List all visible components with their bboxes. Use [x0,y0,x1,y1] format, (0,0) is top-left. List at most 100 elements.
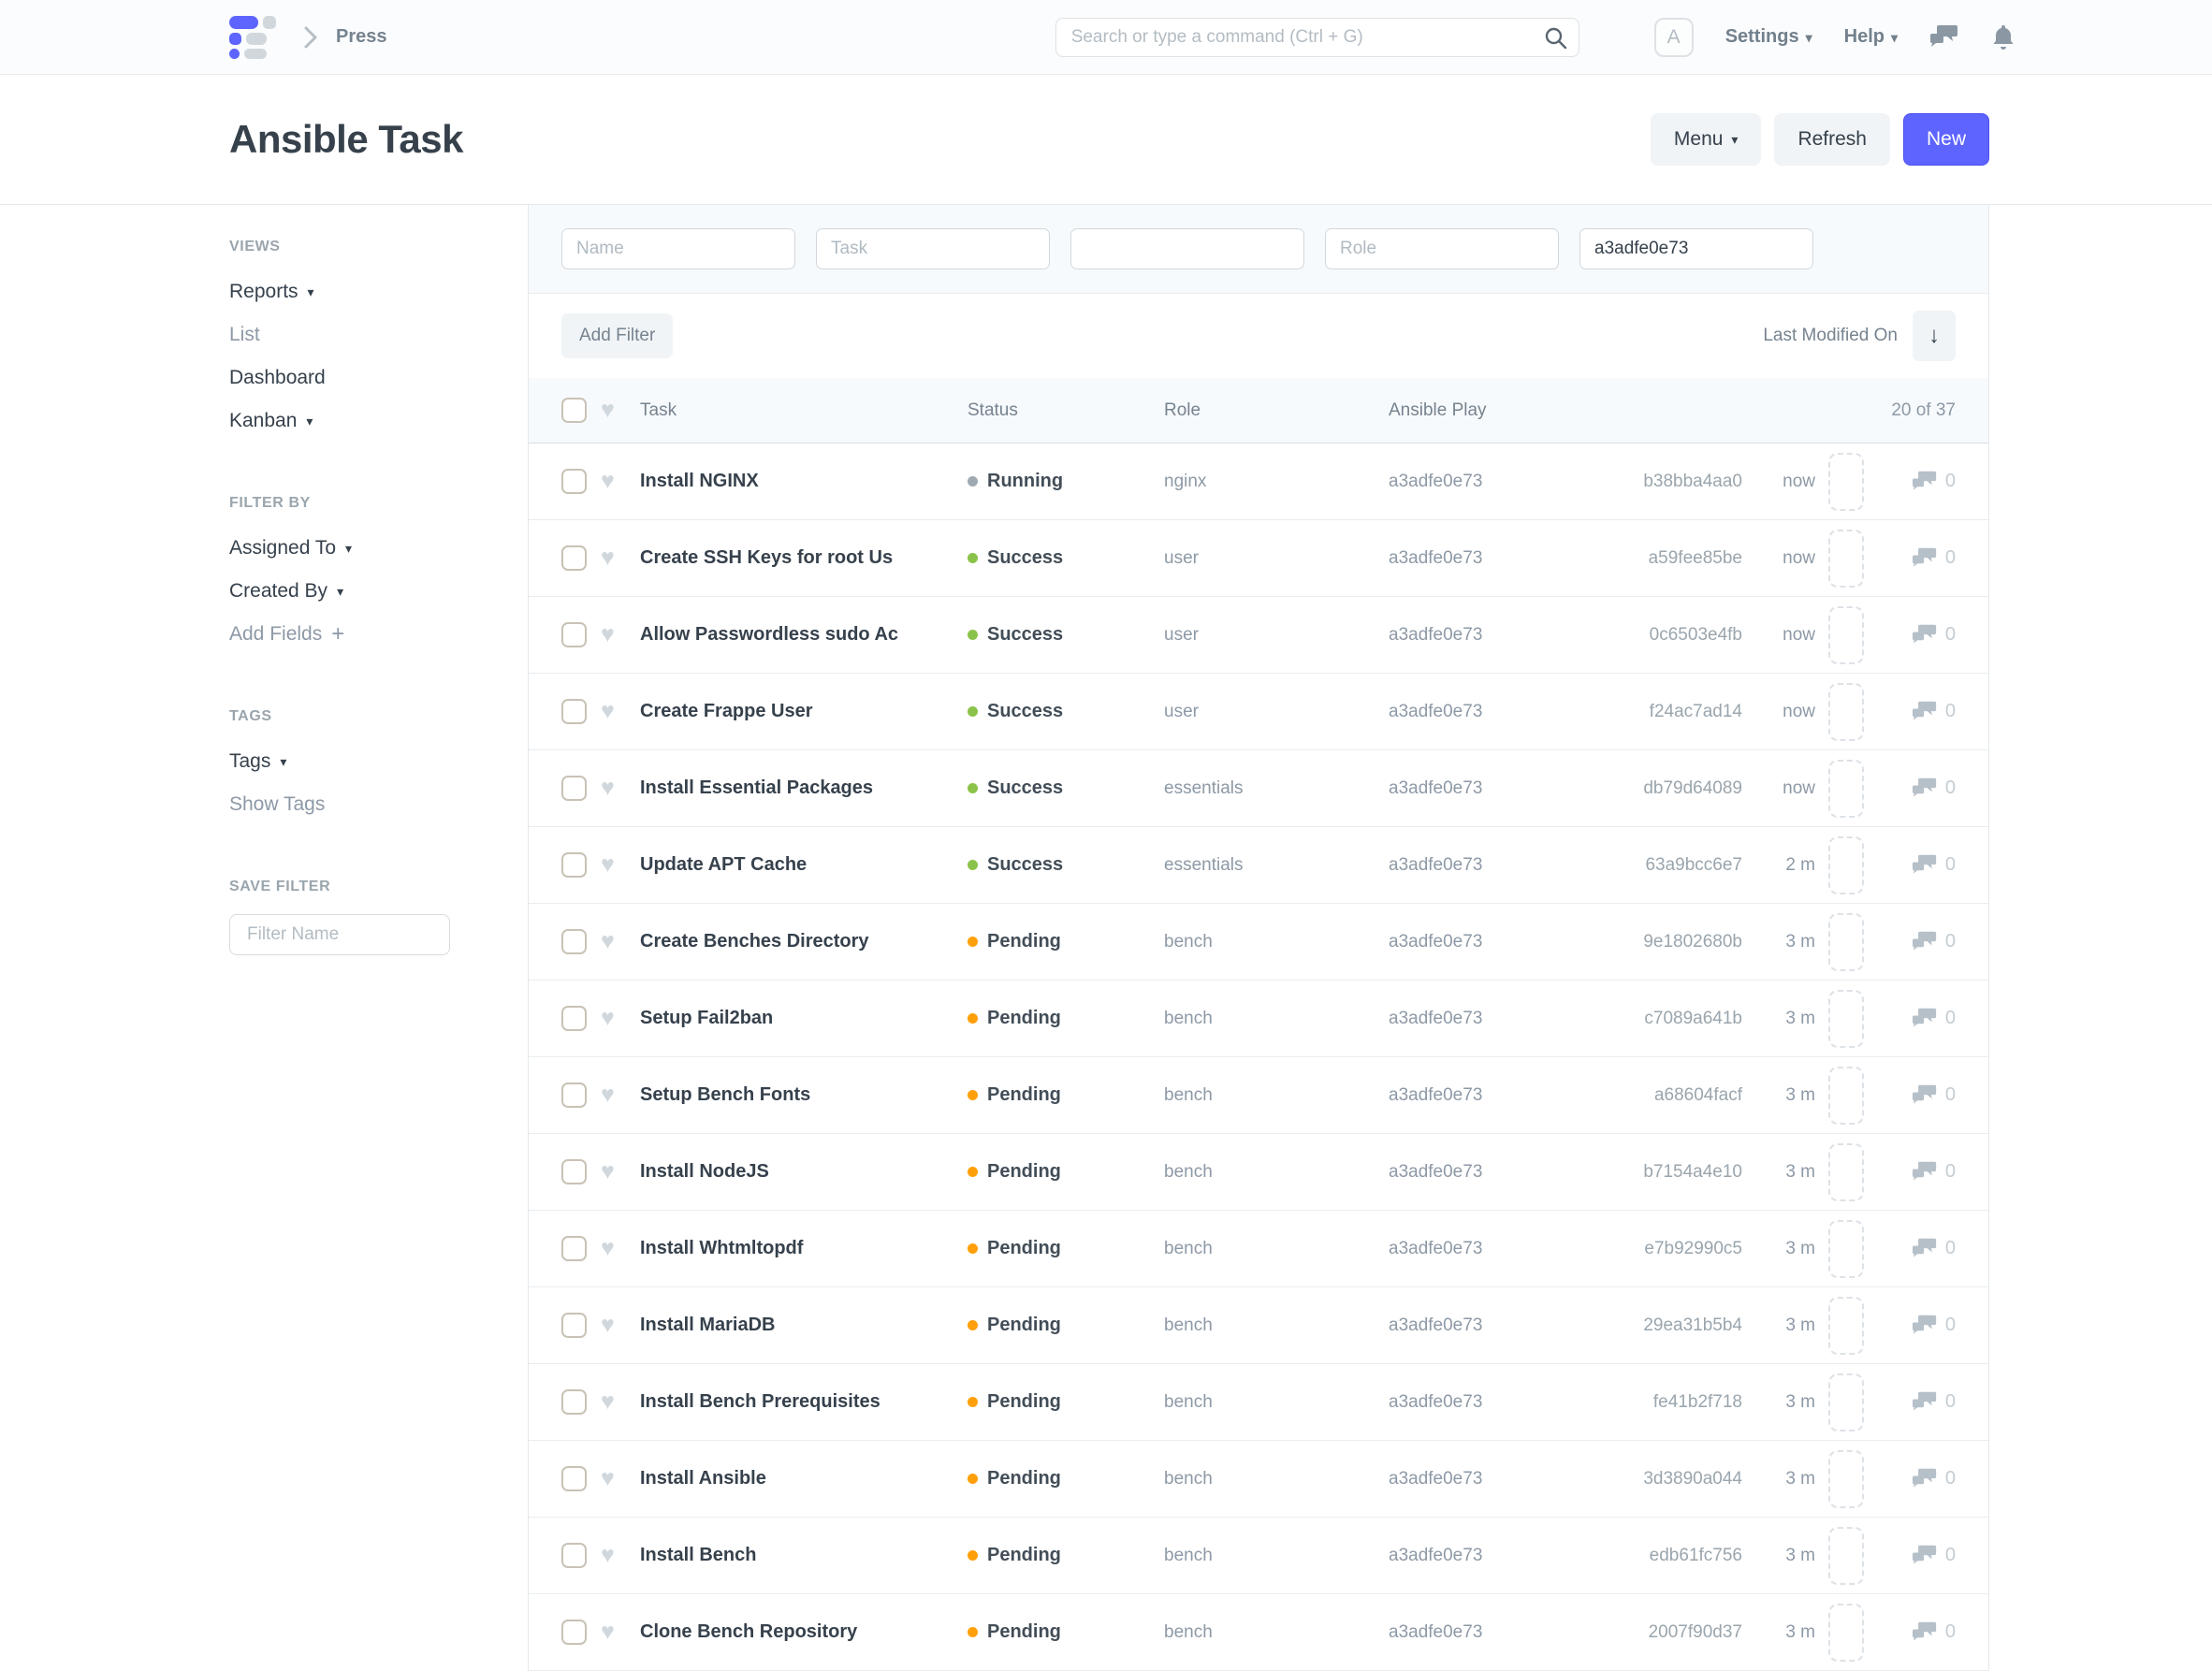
assign-button[interactable] [1828,530,1864,588]
heart-icon[interactable]: ♥ [601,1467,640,1490]
filter-name-input[interactable] [229,914,450,955]
comment-count-cell[interactable]: 0 [1877,623,1956,647]
task-link[interactable]: Create Frappe User [640,701,968,722]
assign-button[interactable] [1828,1143,1864,1201]
filter-field-role[interactable] [1325,228,1559,269]
assign-button[interactable] [1828,453,1864,511]
comment-count-cell[interactable]: 0 [1877,930,1956,954]
heart-icon[interactable]: ♥ [601,930,640,953]
row-checkbox[interactable] [561,1083,587,1108]
row-checkbox[interactable] [561,1620,587,1645]
task-link[interactable]: Install Ansible [640,1468,968,1489]
row-checkbox[interactable] [561,622,587,647]
task-link[interactable]: Install Bench Prerequisites [640,1391,968,1413]
row-checkbox[interactable] [561,776,587,801]
assign-button[interactable] [1828,1373,1864,1431]
assign-button[interactable] [1828,683,1864,741]
row-checkbox[interactable] [561,929,587,954]
heart-icon[interactable]: ♥ [601,1544,640,1567]
sort-field-label[interactable]: Last Modified On [1763,326,1898,346]
sort-direction-button[interactable]: ↓ [1913,311,1956,361]
search-input[interactable] [1055,18,1579,57]
sidebar-item-dashboard[interactable]: Dashboard [229,356,472,400]
task-link[interactable]: Clone Bench Repository [640,1621,968,1643]
task-link[interactable]: Install Essential Packages [640,777,968,799]
comment-count-cell[interactable]: 0 [1877,1314,1956,1338]
row-checkbox[interactable] [561,1543,587,1568]
breadcrumb[interactable]: Press [336,26,387,48]
sidebar-item-tags[interactable]: Tags ▾ [229,740,472,783]
heart-icon[interactable]: ♥ [601,853,640,877]
comment-count-cell[interactable]: 0 [1877,1007,1956,1031]
row-checkbox[interactable] [561,1313,587,1338]
task-link[interactable]: Create Benches Directory [640,931,968,952]
row-checkbox[interactable] [561,699,587,724]
heart-icon[interactable]: ♥ [601,470,640,493]
notifications-bell-icon[interactable] [1991,23,2016,51]
heart-icon[interactable]: ♥ [601,1237,640,1260]
assign-button[interactable] [1828,760,1864,818]
assign-button[interactable] [1828,1527,1864,1585]
task-link[interactable]: Setup Fail2ban [640,1008,968,1029]
row-checkbox[interactable] [561,1466,587,1491]
comment-count-cell[interactable]: 0 [1877,777,1956,801]
task-link[interactable]: Install NGINX [640,471,968,492]
sidebar-item-show-tags[interactable]: Show Tags [229,783,472,826]
task-link[interactable]: Allow Passwordless sudo Ac [640,624,968,646]
task-link[interactable]: Install MariaDB [640,1315,968,1336]
assign-button[interactable] [1828,836,1864,894]
task-link[interactable]: Update APT Cache [640,854,968,876]
row-checkbox[interactable] [561,852,587,878]
row-checkbox[interactable] [561,545,587,571]
heart-icon[interactable]: ♥ [601,1160,640,1184]
task-link[interactable]: Install Bench [640,1545,968,1566]
heart-icon[interactable]: ♥ [601,1314,640,1337]
heart-icon[interactable]: ♥ [601,1390,640,1414]
row-checkbox[interactable] [561,1389,587,1415]
row-checkbox[interactable] [561,469,587,494]
assign-button[interactable] [1828,913,1864,971]
assign-button[interactable] [1828,1067,1864,1125]
heart-icon[interactable]: ♥ [601,399,640,422]
task-link[interactable]: Setup Bench Fonts [640,1084,968,1106]
chat-icon[interactable] [1929,23,1959,51]
add-filter-button[interactable]: Add Filter [561,313,673,358]
row-checkbox[interactable] [561,1006,587,1031]
sidebar-item-reports[interactable]: Reports ▾ [229,270,472,313]
sidebar-item-add-fields[interactable]: Add Fields + [229,613,472,656]
comment-count-cell[interactable]: 0 [1877,1083,1956,1108]
refresh-button[interactable]: Refresh [1774,113,1890,166]
select-all-checkbox[interactable] [561,398,587,423]
task-link[interactable]: Install Whtmltopdf [640,1238,968,1259]
assign-button[interactable] [1828,1450,1864,1508]
comment-count-cell[interactable]: 0 [1877,1620,1956,1645]
comment-count-cell[interactable]: 0 [1877,853,1956,878]
assign-button[interactable] [1828,1297,1864,1355]
menu-button[interactable]: Menu ▾ [1651,113,1762,166]
help-menu[interactable]: Help ▾ [1844,26,1898,48]
task-link[interactable]: Create SSH Keys for root Us [640,547,968,569]
row-checkbox[interactable] [561,1236,587,1261]
comment-count-cell[interactable]: 0 [1877,470,1956,494]
sidebar-item-kanban[interactable]: Kanban ▾ [229,400,472,443]
new-button[interactable]: New [1903,113,1989,166]
comment-count-cell[interactable]: 0 [1877,1390,1956,1415]
comment-count-cell[interactable]: 0 [1877,1544,1956,1568]
comment-count-cell[interactable]: 0 [1877,1160,1956,1184]
heart-icon[interactable]: ♥ [601,777,640,800]
heart-icon[interactable]: ♥ [601,1083,640,1107]
sidebar-item-created-by[interactable]: Created By ▾ [229,570,472,613]
row-checkbox[interactable] [561,1159,587,1184]
comment-count-cell[interactable]: 0 [1877,1467,1956,1491]
heart-icon[interactable]: ♥ [601,546,640,570]
heart-icon[interactable]: ♥ [601,623,640,647]
heart-icon[interactable]: ♥ [601,1620,640,1644]
filter-field-task[interactable] [816,228,1050,269]
assign-button[interactable] [1828,606,1864,664]
assign-button[interactable] [1828,1604,1864,1662]
assign-button[interactable] [1828,1220,1864,1278]
filter-field-status[interactable] [1070,228,1304,269]
assign-button[interactable] [1828,990,1864,1048]
heart-icon[interactable]: ♥ [601,700,640,723]
comment-count-cell[interactable]: 0 [1877,700,1956,724]
